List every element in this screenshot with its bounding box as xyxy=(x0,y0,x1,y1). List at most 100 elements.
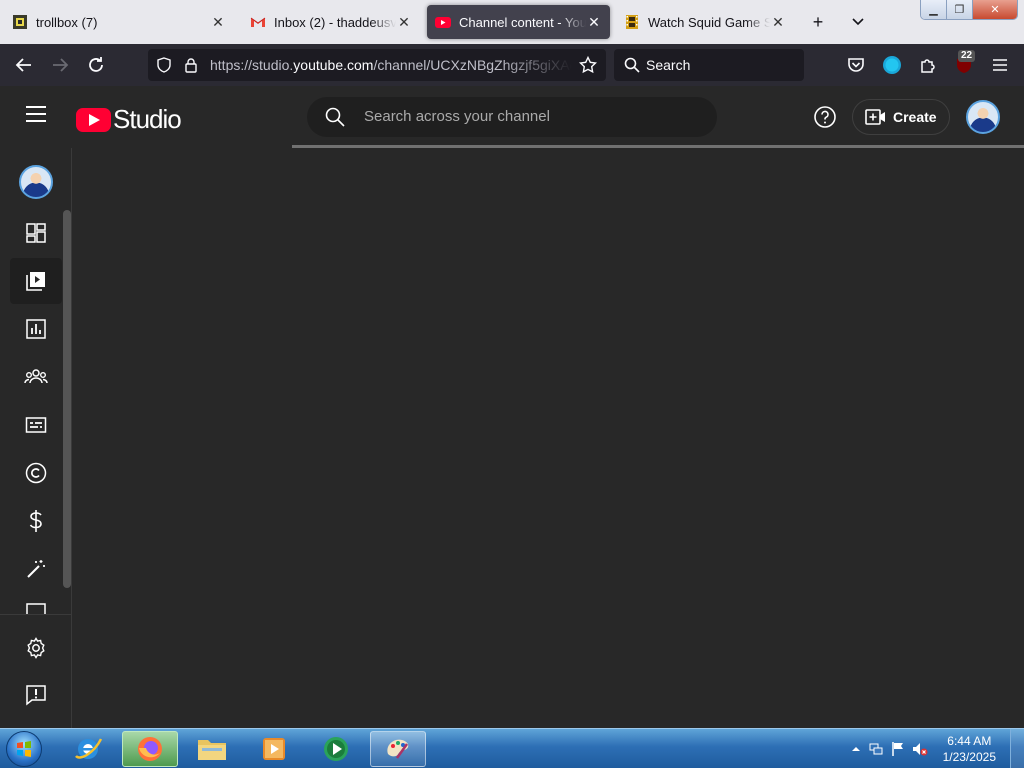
sidebar-item-content[interactable] xyxy=(10,258,62,304)
clock-time: 6:44 AM xyxy=(947,734,992,748)
menu-button[interactable] xyxy=(988,53,1012,77)
close-tab-icon[interactable]: ✕ xyxy=(586,14,602,31)
sidebar-item-community[interactable] xyxy=(10,354,62,400)
network-icon[interactable] xyxy=(868,741,884,757)
channel-avatar[interactable] xyxy=(19,165,53,199)
studio-logo[interactable]: Studio xyxy=(76,104,182,135)
bookmark-star-icon[interactable] xyxy=(579,56,597,74)
ie-icon xyxy=(75,738,103,759)
windows-logo-icon xyxy=(17,741,31,757)
show-hidden-icons[interactable] xyxy=(848,741,864,757)
web-search-bar[interactable]: Search xyxy=(614,49,804,81)
taskbar-media-player[interactable] xyxy=(246,731,302,767)
create-button[interactable]: Create xyxy=(852,99,950,135)
create-label: Create xyxy=(893,109,937,125)
search-icon xyxy=(325,107,345,127)
menu-line xyxy=(26,120,46,122)
magic-wand-icon xyxy=(27,560,45,578)
copyright-icon xyxy=(25,462,47,484)
tab-trollbox[interactable]: trollbox (7) ✕ xyxy=(4,5,234,39)
forward-button[interactable] xyxy=(48,53,72,77)
action-center-flag-icon[interactable] xyxy=(890,741,906,757)
clock-date: 1/23/2025 xyxy=(942,750,996,764)
window-controls: ▁ ❐ ✕ xyxy=(920,0,1018,20)
browser-navbar: https://studio.youtube.com/channel/UCXzN… xyxy=(0,44,1024,86)
sidebar-item-analytics[interactable] xyxy=(10,306,62,352)
menu-line xyxy=(26,106,46,108)
url-bar[interactable]: https://studio.youtube.com/channel/UCXzN… xyxy=(148,49,606,81)
close-tab-icon[interactable]: ✕ xyxy=(770,14,786,31)
channel-search-input[interactable]: Search across your channel xyxy=(307,97,717,137)
volume-muted-icon[interactable] xyxy=(912,741,928,757)
firefox-icon xyxy=(138,737,162,761)
restore-button[interactable]: ❐ xyxy=(947,0,973,19)
taskbar-explorer[interactable] xyxy=(184,731,240,767)
dollar-icon xyxy=(29,510,42,532)
main-content-area xyxy=(72,148,1024,728)
sidebar-item-customization[interactable] xyxy=(10,546,62,592)
account-avatar[interactable] xyxy=(966,100,1000,134)
youtube-icon xyxy=(435,17,451,28)
taskbar-media-center[interactable] xyxy=(308,731,364,767)
close-tab-icon[interactable]: ✕ xyxy=(396,14,412,31)
yellow-star-icon xyxy=(13,15,27,29)
search-icon xyxy=(624,57,640,73)
lock-icon[interactable] xyxy=(184,57,198,73)
url-prefix: https://studio. xyxy=(210,57,294,73)
help-button[interactable] xyxy=(812,104,838,130)
taskbar-clock[interactable]: 6:44 AM 1/23/2025 xyxy=(943,733,996,765)
new-tab-button[interactable]: + xyxy=(806,10,830,34)
tab-list-button[interactable] xyxy=(846,10,870,34)
studio-logo-text: Studio xyxy=(113,104,182,134)
sidebar-item-audio-library[interactable] xyxy=(10,598,62,614)
show-desktop-button[interactable] xyxy=(1010,729,1024,768)
video-add-icon xyxy=(865,109,885,125)
sidebar-item-copyright[interactable] xyxy=(10,450,62,496)
close-window-button[interactable]: ✕ xyxy=(973,0,1017,19)
reload-button[interactable] xyxy=(84,53,108,77)
sidebar-item-dashboard[interactable] xyxy=(10,210,62,256)
back-button[interactable] xyxy=(12,53,36,77)
windows-taskbar: 6:44 AM 1/23/2025 xyxy=(0,728,1024,768)
tab-title: Channel content - YouTube Studio xyxy=(459,14,586,30)
url-text[interactable]: https://studio.youtube.com/channel/UCXzN… xyxy=(210,57,572,73)
studio-menu-button[interactable] xyxy=(26,106,50,126)
sidebar-scrollbar[interactable] xyxy=(63,210,71,588)
url-domain: youtube.com xyxy=(293,57,374,73)
paint-icon xyxy=(387,739,409,759)
sidebar-item-subtitles[interactable] xyxy=(10,402,62,448)
tab-channel-content[interactable]: Channel content - YouTube Studio ✕ xyxy=(427,5,610,39)
folder-icon xyxy=(198,740,226,760)
analytics-icon xyxy=(26,319,46,339)
account-button[interactable] xyxy=(880,53,904,77)
hamburger-menu-icon xyxy=(993,59,1007,71)
sidebar-item-settings[interactable] xyxy=(10,625,62,671)
pocket-button[interactable] xyxy=(844,53,868,77)
taskbar-internet-explorer[interactable] xyxy=(60,731,116,767)
arrow-left-icon xyxy=(15,58,31,72)
arrow-right-icon xyxy=(53,58,69,72)
shield-icon[interactable] xyxy=(156,57,172,73)
sidebar-item-earn[interactable] xyxy=(10,498,62,544)
extensions-button[interactable] xyxy=(916,53,940,77)
chevron-down-icon xyxy=(852,18,864,26)
pocket-icon xyxy=(848,58,864,72)
start-button[interactable] xyxy=(6,731,42,767)
minimize-button[interactable]: ▁ xyxy=(921,0,947,19)
reload-icon xyxy=(89,57,103,72)
sidebar-item-feedback[interactable] xyxy=(10,672,62,718)
gear-icon xyxy=(27,637,45,659)
url-path: /channel/UCXzNBgZhgzjf5giXAq xyxy=(373,57,572,73)
content-icon xyxy=(26,272,45,291)
extension-badge: 22 xyxy=(958,50,976,62)
taskbar-firefox[interactable] xyxy=(122,731,178,767)
taskbar-paint[interactable] xyxy=(370,731,426,767)
tab-inbox[interactable]: Inbox (2) - thaddeusvm8 ✕ xyxy=(242,5,420,39)
close-tab-icon[interactable]: ✕ xyxy=(210,14,226,31)
account-avatar-icon xyxy=(883,56,901,74)
menu-line xyxy=(26,113,46,115)
gmail-icon xyxy=(250,17,266,27)
tab-squid-game[interactable]: Watch Squid Game Season ✕ xyxy=(616,5,794,39)
studio-sidebar xyxy=(0,148,72,728)
puzzle-icon xyxy=(921,59,935,73)
